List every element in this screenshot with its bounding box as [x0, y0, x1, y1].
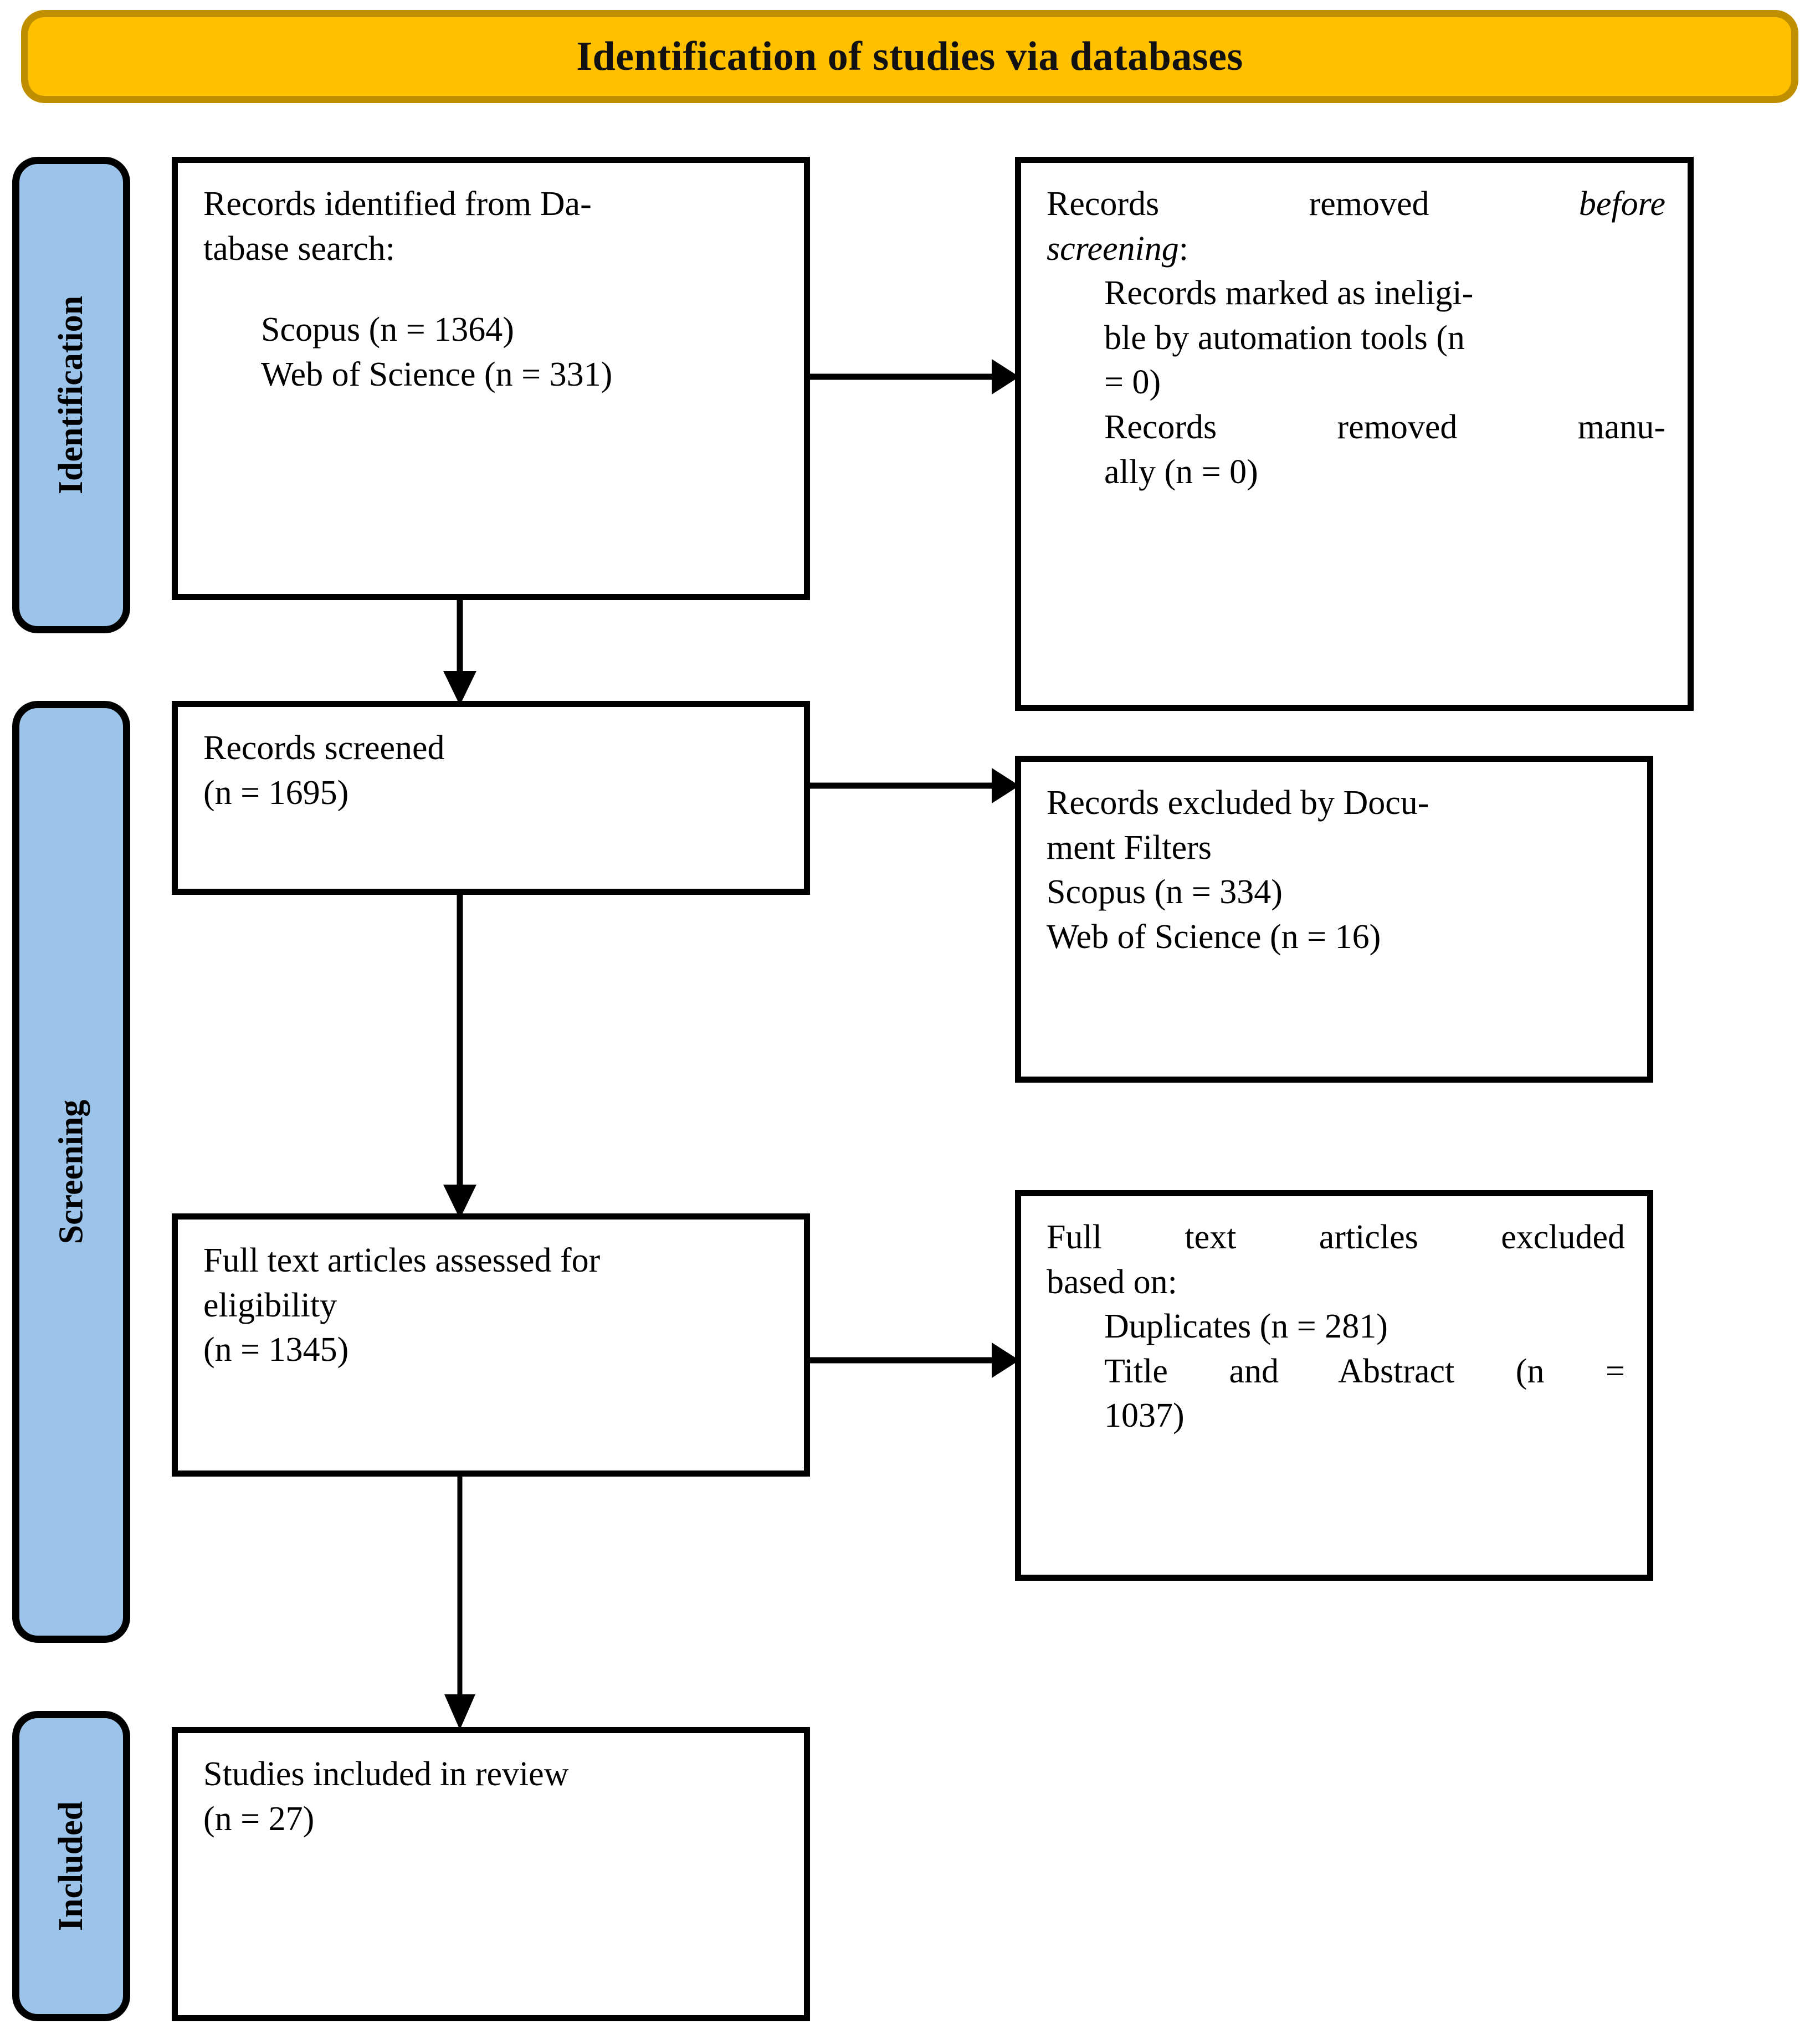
records-removed-automation-a: Records marked as ineligi-: [1104, 274, 1474, 312]
box-fulltext-assessed: Full text articles assessed for eligibil…: [172, 1213, 810, 1477]
connector-fulltext-to-ftexcluded: [806, 1338, 1019, 1382]
diagram-header-banner: Identification of studies via databases: [21, 10, 1798, 103]
records-screened-line1: Records screened: [203, 729, 445, 767]
box-fulltext-excluded: Full text articles excluded based on: Du…: [1015, 1190, 1653, 1581]
records-excluded-line1: Records excluded by Docu-: [1047, 784, 1429, 822]
records-removed-manual-a: Records removed manu-: [1104, 408, 1665, 446]
fulltext-excluded-title-abstract-b: 1037): [1104, 1397, 1185, 1435]
stage-tab-screening: Screening: [12, 701, 130, 1643]
connector-screened-to-excluded: [806, 764, 1019, 808]
stage-tab-included: Included: [12, 1711, 130, 2021]
records-identified-line2: tabase search:: [203, 229, 395, 268]
records-removed-line2: screening:: [1047, 227, 1665, 271]
stage-label-screening: Screening: [52, 1099, 90, 1244]
records-removed-automation-b: ble by automation tools (n: [1104, 319, 1465, 357]
fulltext-excluded-title-abstract-a: Title and Abstract (n =: [1104, 1352, 1625, 1390]
fulltext-excluded-line1: Full text articles excluded: [1047, 1218, 1625, 1256]
stage-label-included: Included: [52, 1801, 90, 1931]
records-removed-automation-c: = 0): [1104, 363, 1161, 402]
fulltext-assessed-line2: eligibility: [203, 1286, 337, 1324]
records-excluded-wos: Web of Science (n = 16): [1047, 918, 1381, 956]
records-removed-line2-emph: screening: [1047, 229, 1179, 268]
diagram-title: Identification of studies via databases: [576, 34, 1243, 79]
fulltext-assessed-line1: Full text articles assessed for: [203, 1242, 601, 1279]
records-removed-line2-colon: :: [1178, 229, 1188, 268]
connector-identified-to-screened: [438, 597, 482, 705]
fulltext-excluded-line2: based on:: [1047, 1263, 1177, 1301]
records-identified-source-scopus: Scopus (n = 1364): [261, 311, 514, 349]
stage-label-identification: Identification: [52, 295, 90, 495]
records-removed-line1: Records removed before: [1047, 182, 1665, 227]
connector-identified-to-removed: [806, 355, 1019, 399]
box-records-identified: Records identified from Da- tabase searc…: [172, 157, 810, 600]
stage-tab-identification: Identification: [12, 157, 130, 633]
records-excluded-scopus: Scopus (n = 334): [1047, 873, 1283, 911]
prisma-flow-diagram: Identification of studies via databases …: [0, 0, 1820, 2029]
connector-screened-to-fulltext: [438, 892, 482, 1219]
records-screened-count: (n = 1695): [203, 773, 349, 812]
records-identified-source-wos: Web of Science (n = 331): [261, 355, 613, 393]
records-identified-gap: [203, 271, 782, 308]
box-records-removed: Records removed before screening: Record…: [1015, 157, 1694, 711]
records-excluded-line2: ment Filters: [1047, 828, 1212, 867]
studies-included-line1: Studies included in review: [203, 1755, 569, 1793]
box-records-excluded: Records excluded by Docu- ment Filters S…: [1015, 756, 1653, 1083]
records-removed-line1-emph: before: [1578, 185, 1666, 223]
connector-fulltext-to-included: [438, 1474, 482, 1730]
records-removed-line1-text: Records removed: [1047, 185, 1429, 223]
box-studies-included: Studies included in review (n = 27): [172, 1727, 810, 2021]
fulltext-excluded-duplicates: Duplicates (n = 281): [1104, 1308, 1388, 1346]
records-removed-manual-b: ally (n = 0): [1104, 453, 1258, 491]
box-records-screened: Records screened (n = 1695): [172, 701, 810, 895]
fulltext-assessed-count: (n = 1345): [203, 1331, 349, 1369]
records-identified-line1: Records identified from Da-: [203, 185, 592, 223]
studies-included-count: (n = 27): [203, 1800, 315, 1838]
